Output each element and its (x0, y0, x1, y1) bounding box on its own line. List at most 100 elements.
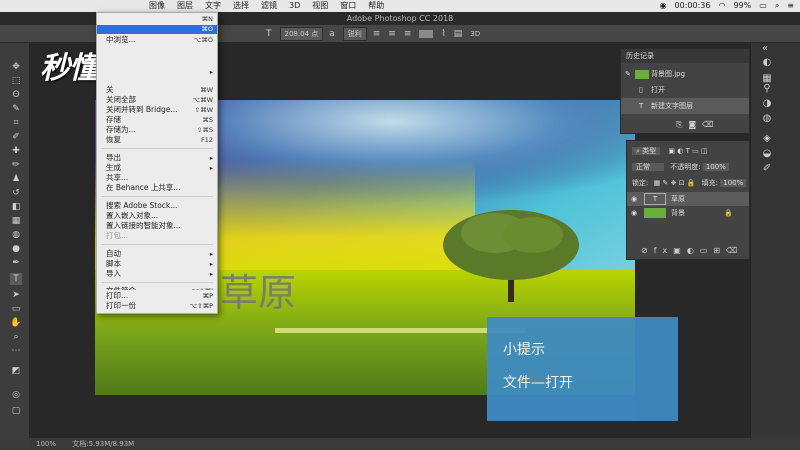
quick-select-tool-icon[interactable]: ✎ (10, 103, 22, 115)
brush-icon: ✎ (625, 70, 631, 78)
opacity-field[interactable]: 100% (702, 163, 729, 171)
menu-item-new[interactable]: ⌘N (106, 14, 213, 24)
pen-tool-icon[interactable]: ✒ (10, 257, 22, 269)
eyedropper-tool-icon[interactable]: ✐ (10, 131, 22, 143)
align-center-icon[interactable]: ≡ (388, 29, 396, 39)
character-panel-icon[interactable]: ▤ (454, 29, 463, 39)
type-tool-icon[interactable]: T (10, 273, 22, 285)
layer-row-background[interactable]: ◉ 背景 🔒 (627, 206, 749, 220)
zoom-level[interactable]: 100% (36, 440, 56, 448)
zoom-tool-icon[interactable]: ⌕ (10, 331, 22, 343)
lasso-tool-icon[interactable]: ʘ (10, 89, 22, 101)
battery-icon: ▭ (759, 1, 767, 10)
more-tools-icon[interactable]: ⋯ (10, 345, 22, 357)
document-size[interactable]: 文档:5.93M/8.93M (72, 440, 134, 448)
menu-view[interactable]: 视图 (306, 0, 334, 12)
blend-mode-select[interactable]: 正常 (632, 163, 664, 171)
menu-item-close[interactable]: 关 ⌘W (106, 85, 213, 95)
menu-select[interactable]: 选择 (227, 0, 255, 12)
lock-icon: 🔒 (724, 209, 733, 217)
layer-filter-icons[interactable]: ▣ ◐ T ▭ ◫ (668, 147, 707, 155)
dodge-tool-icon[interactable]: ● (10, 243, 22, 255)
history-step-open[interactable]: ▯ 打开 (621, 82, 749, 98)
menu-item-close-all[interactable]: 关闭全部 ⌥⌘W (106, 95, 213, 105)
marquee-tool-icon[interactable]: ⬚ (10, 75, 22, 87)
menu-item-revert[interactable]: 恢复 F12 (106, 135, 213, 145)
file-menu-dropdown: ⌘N ⌘O 中浏览... ⌥⌘O ▸ 关 ⌘W 关闭全部 ⌥⌘W 关闭并转到 Brid… (96, 12, 218, 314)
history-brush-icon[interactable]: ↺ (10, 187, 22, 199)
menu-item-export[interactable]: 导出 ▸ (106, 153, 213, 163)
menu-item-place-linked[interactable]: 置入链接的智能对象... (106, 221, 213, 231)
type-icon: T (639, 102, 644, 110)
layers-panel-icon[interactable]: ◈ (761, 133, 773, 145)
stamp-tool-icon[interactable]: ♟ (10, 173, 22, 185)
channels-panel-icon[interactable]: ◒ (761, 148, 773, 160)
layer-row-text[interactable]: ◉ T 草原 (627, 192, 749, 206)
menu-list-icon[interactable]: ≡ (787, 0, 794, 12)
menu-item-adobe-stock[interactable]: 搜索 Adobe Stock... (106, 201, 213, 211)
document-icon: ▯ (639, 86, 643, 94)
menu-item-browse[interactable]: 中浏览... ⌥⌘O (106, 35, 213, 45)
menu-window[interactable]: 窗口 (334, 0, 362, 12)
menu-item-place-embedded[interactable]: 置入嵌入对象... (106, 211, 213, 221)
record-icon: ◉ (659, 1, 667, 10)
search-icon[interactable]: ⌕ (775, 0, 779, 12)
blur-tool-icon[interactable]: ◍ (10, 229, 22, 241)
screen-mode-icon[interactable]: ▢ (10, 405, 22, 417)
styles-panel-icon[interactable]: ◍ (761, 113, 773, 125)
fill-field[interactable]: 100% (720, 179, 747, 187)
align-right-icon[interactable]: ≡ (404, 29, 412, 39)
quick-mask-icon[interactable]: ◎ (10, 389, 22, 401)
menu-item-generate[interactable]: 生成 ▸ (106, 163, 213, 173)
canvas-text-layer[interactable]: 草原 (220, 262, 296, 317)
menu-item-recent[interactable]: ▸ (106, 67, 213, 77)
font-size-field[interactable]: 208.04 点 (279, 26, 324, 41)
crop-tool-icon[interactable]: ⌗ (10, 117, 22, 129)
eraser-tool-icon[interactable]: ◧ (10, 201, 22, 213)
menu-item-save-as[interactable]: 存储为... ⇧⌘S (106, 125, 213, 135)
menu-item-save[interactable]: 存储 ⌘S (106, 115, 213, 125)
menu-item-import[interactable]: 导入 ▸ (106, 269, 213, 279)
menu-filter[interactable]: 滤镜 (255, 0, 283, 12)
history-panel-buttons[interactable]: ⎘◙⌫ (676, 120, 719, 130)
antialias-select[interactable]: 锐利 (342, 26, 367, 41)
menu-type[interactable]: 文字 (199, 0, 227, 12)
adjustments-panel-icon[interactable]: ◑ (761, 98, 773, 110)
expand-panels-icon[interactable]: « (759, 43, 771, 55)
paths-panel-icon[interactable]: ✐ (761, 163, 773, 175)
menu-image[interactable]: 图像 (143, 0, 171, 12)
menu-item-open[interactable]: ⌘O (106, 24, 213, 34)
move-tool-icon[interactable]: ✥ (10, 61, 22, 73)
tip-title: 小提示 (503, 342, 545, 358)
color-panel-icon[interactable]: ◐ (761, 57, 773, 69)
menu-item-automate[interactable]: 自动 ▸ (106, 249, 213, 259)
menu-item-close-bridge[interactable]: 关闭并转到 Bridge... ⇧⌘W (106, 105, 213, 115)
visibility-eye-icon[interactable]: ◉ (631, 192, 637, 206)
warp-text-icon[interactable]: ⌇ (441, 29, 445, 39)
hand-tool-icon[interactable]: ✋ (10, 317, 22, 329)
lock-icons[interactable]: ▦ ✎ ✥ ⊡ 🔒 (654, 179, 696, 187)
text-color-swatch[interactable] (419, 29, 434, 38)
path-select-tool-icon[interactable]: ➤ (10, 289, 22, 301)
menu-item-behance[interactable]: 在 Behance 上共享... (106, 183, 213, 193)
brush-tool-icon[interactable]: ✏ (10, 159, 22, 171)
visibility-eye-icon[interactable]: ◉ (631, 206, 637, 220)
menu-item-scripts[interactable]: 脚本 ▸ (106, 259, 213, 269)
history-snapshot[interactable]: ✎ 背景图.jpg (621, 66, 749, 82)
history-step-new-text[interactable]: T 新建文字图层 (621, 98, 749, 114)
healing-tool-icon[interactable]: ✚ (10, 145, 22, 157)
align-left-icon[interactable]: ≡ (373, 29, 381, 39)
layer-filter-select[interactable]: ⌕ 类型 (632, 147, 661, 155)
properties-panel-icon[interactable]: ⚲ (761, 83, 773, 95)
menu-item-share[interactable]: 共享... (106, 173, 213, 183)
menu-item-print-one[interactable]: 打印一份 ⌥⇧⌘P (106, 301, 213, 311)
color-swatches-icon[interactable]: ◩ (10, 365, 22, 377)
menu-help[interactable]: 帮助 (362, 0, 390, 12)
menu-layer[interactable]: 图层 (171, 0, 199, 12)
gradient-tool-icon[interactable]: ▦ (10, 215, 22, 227)
shape-tool-icon[interactable]: ▭ (10, 303, 22, 315)
menu-3d[interactable]: 3D (283, 0, 306, 12)
menu-item-print[interactable]: 打印... ⌘P (106, 291, 213, 301)
layers-panel-buttons[interactable]: ⊘fx▣◐▭⊞⌫ (641, 246, 743, 255)
3d-icon[interactable]: 3D (470, 30, 480, 38)
